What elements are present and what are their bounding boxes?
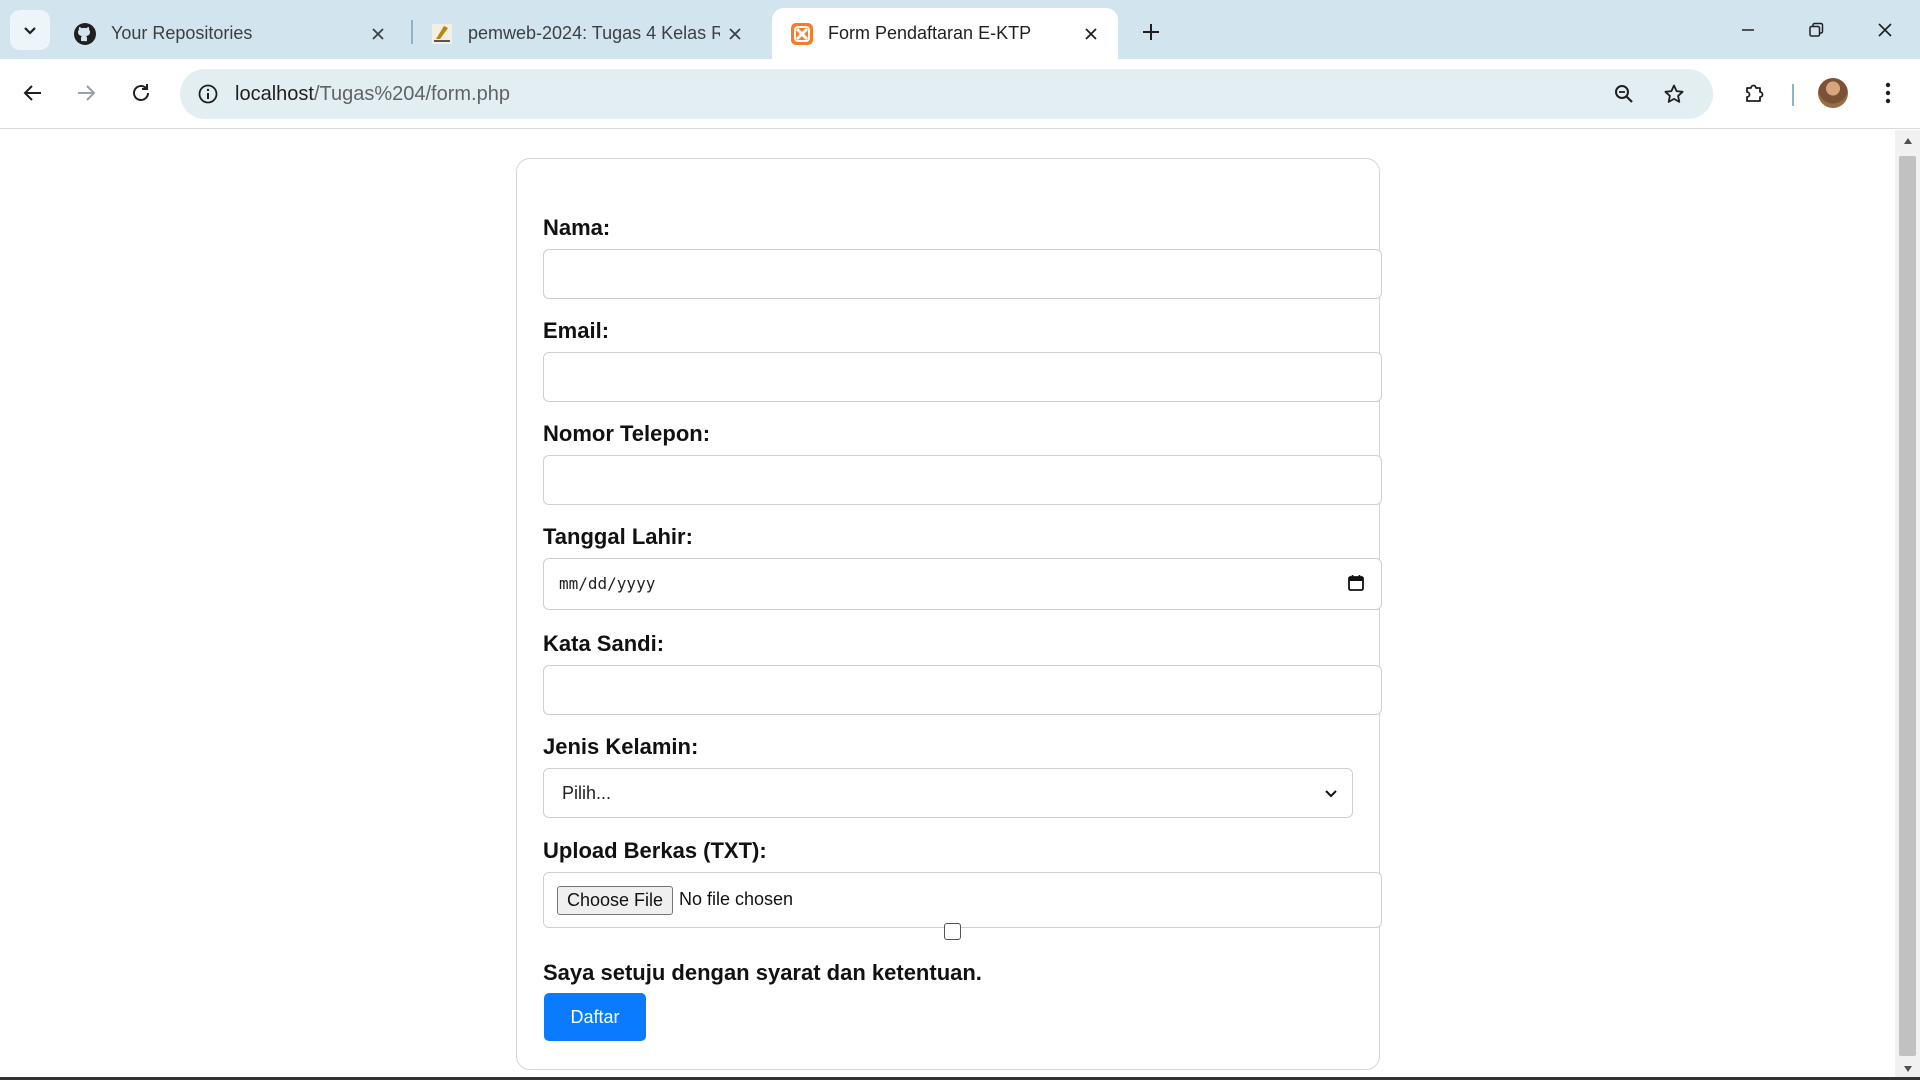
profile-avatar[interactable] — [1818, 78, 1848, 108]
scroll-down-arrow-icon[interactable] — [1895, 1060, 1920, 1078]
kelamin-label: Jenis Kelamin: — [543, 734, 699, 759]
upload-label: Upload Berkas (TXT): — [543, 838, 767, 863]
email-input[interactable] — [543, 352, 1382, 402]
daftar-button[interactable]: Daftar — [544, 993, 646, 1041]
nama-input[interactable] — [543, 249, 1382, 299]
url-host: localhost — [235, 83, 314, 105]
file-upload-field: Choose File No file chosen — [543, 872, 1382, 928]
tab-form-pendaftaran[interactable]: Form Pendaftaran E-KTP — [772, 8, 1118, 59]
tab-strip: Your Repositories pemweb-2024: Tugas 4 K… — [0, 0, 1920, 59]
tanggal-input[interactable]: mm/dd/yyyy — [543, 558, 1382, 610]
tab-title: Form Pendaftaran E-KTP — [828, 23, 1032, 43]
browser-toolbar: localhost/Tugas%204/form.php — [0, 59, 1920, 129]
toolbar-separator — [1792, 84, 1794, 106]
close-window-button[interactable] — [1855, 8, 1915, 52]
page-scrollbar[interactable] — [1895, 130, 1920, 1078]
restore-icon — [1809, 22, 1824, 37]
file-status-text: No file chosen — [679, 889, 794, 909]
arrow-right-icon — [78, 85, 96, 101]
plus-icon — [1143, 24, 1159, 40]
telepon-input[interactable] — [543, 455, 1382, 505]
arrow-left-icon — [23, 85, 41, 101]
site-favicon-icon — [430, 22, 454, 46]
nama-label: Nama: — [543, 215, 611, 240]
extensions-button[interactable] — [1735, 73, 1775, 113]
registration-form: Nama: Email: Nomor Telepon: Tanggal Lahi… — [516, 158, 1382, 1070]
tanggal-label: Tanggal Lahir: — [543, 524, 693, 549]
close-icon[interactable] — [1076, 19, 1106, 49]
telepon-label: Nomor Telepon: — [543, 421, 711, 446]
puzzle-icon — [1746, 84, 1764, 102]
tab-title: Your Repositories — [111, 23, 253, 43]
tab-pemweb[interactable]: pemweb-2024: Tugas 4 Kelas RA — [412, 8, 762, 59]
date-placeholder: mm/dd/yyyy — [559, 574, 656, 593]
kelamin-selected-value: Pilih... — [562, 783, 612, 803]
close-icon[interactable] — [363, 19, 393, 49]
reload-icon — [133, 84, 149, 101]
forward-button[interactable] — [66, 73, 106, 113]
email-label: Email: — [543, 318, 610, 343]
address-bar[interactable]: localhost/Tugas%204/form.php — [180, 69, 1713, 119]
agree-label: Saya setuju dengan syarat dan ketentuan. — [543, 960, 982, 985]
xampp-icon — [790, 22, 814, 46]
restore-button[interactable] — [1786, 8, 1846, 52]
scrollbar-thumb[interactable] — [1899, 156, 1916, 1056]
sandi-input[interactable] — [543, 665, 1382, 715]
choose-file-button[interactable]: Choose File — [557, 886, 674, 915]
reload-button[interactable] — [121, 73, 161, 113]
github-icon — [73, 22, 97, 46]
scroll-up-arrow-icon[interactable] — [1895, 132, 1920, 150]
more-vertical-icon — [1885, 82, 1891, 104]
url-text: localhost/Tugas%204/form.php — [235, 83, 510, 106]
close-icon — [1878, 23, 1892, 37]
tab-search-button[interactable] — [10, 10, 50, 50]
minimize-button[interactable] — [1718, 8, 1778, 52]
minimize-icon — [1742, 29, 1754, 31]
chevron-down-icon — [1325, 790, 1337, 798]
url-path: /Tugas%204/form.php — [313, 83, 510, 105]
info-icon[interactable] — [190, 76, 226, 112]
tab-your-repositories[interactable]: Your Repositories — [55, 8, 405, 59]
tab-title: pemweb-2024: Tugas 4 Kelas RA — [468, 23, 720, 43]
kelamin-select[interactable]: Pilih... — [543, 768, 1353, 818]
sandi-label: Kata Sandi: — [543, 631, 665, 656]
zoom-icon[interactable] — [1607, 77, 1641, 111]
browser-menu-button[interactable] — [1868, 73, 1908, 113]
back-button[interactable] — [13, 73, 53, 113]
page-viewport: Nama: Email: Nomor Telepon: Tanggal Lahi… — [0, 130, 1895, 1078]
close-icon[interactable] — [720, 19, 750, 49]
new-tab-button[interactable] — [1133, 14, 1169, 50]
calendar-icon[interactable] — [1347, 574, 1365, 592]
agree-checkbox[interactable] — [944, 923, 961, 940]
bookmark-star-icon[interactable] — [1657, 77, 1691, 111]
chevron-down-icon — [24, 27, 36, 35]
